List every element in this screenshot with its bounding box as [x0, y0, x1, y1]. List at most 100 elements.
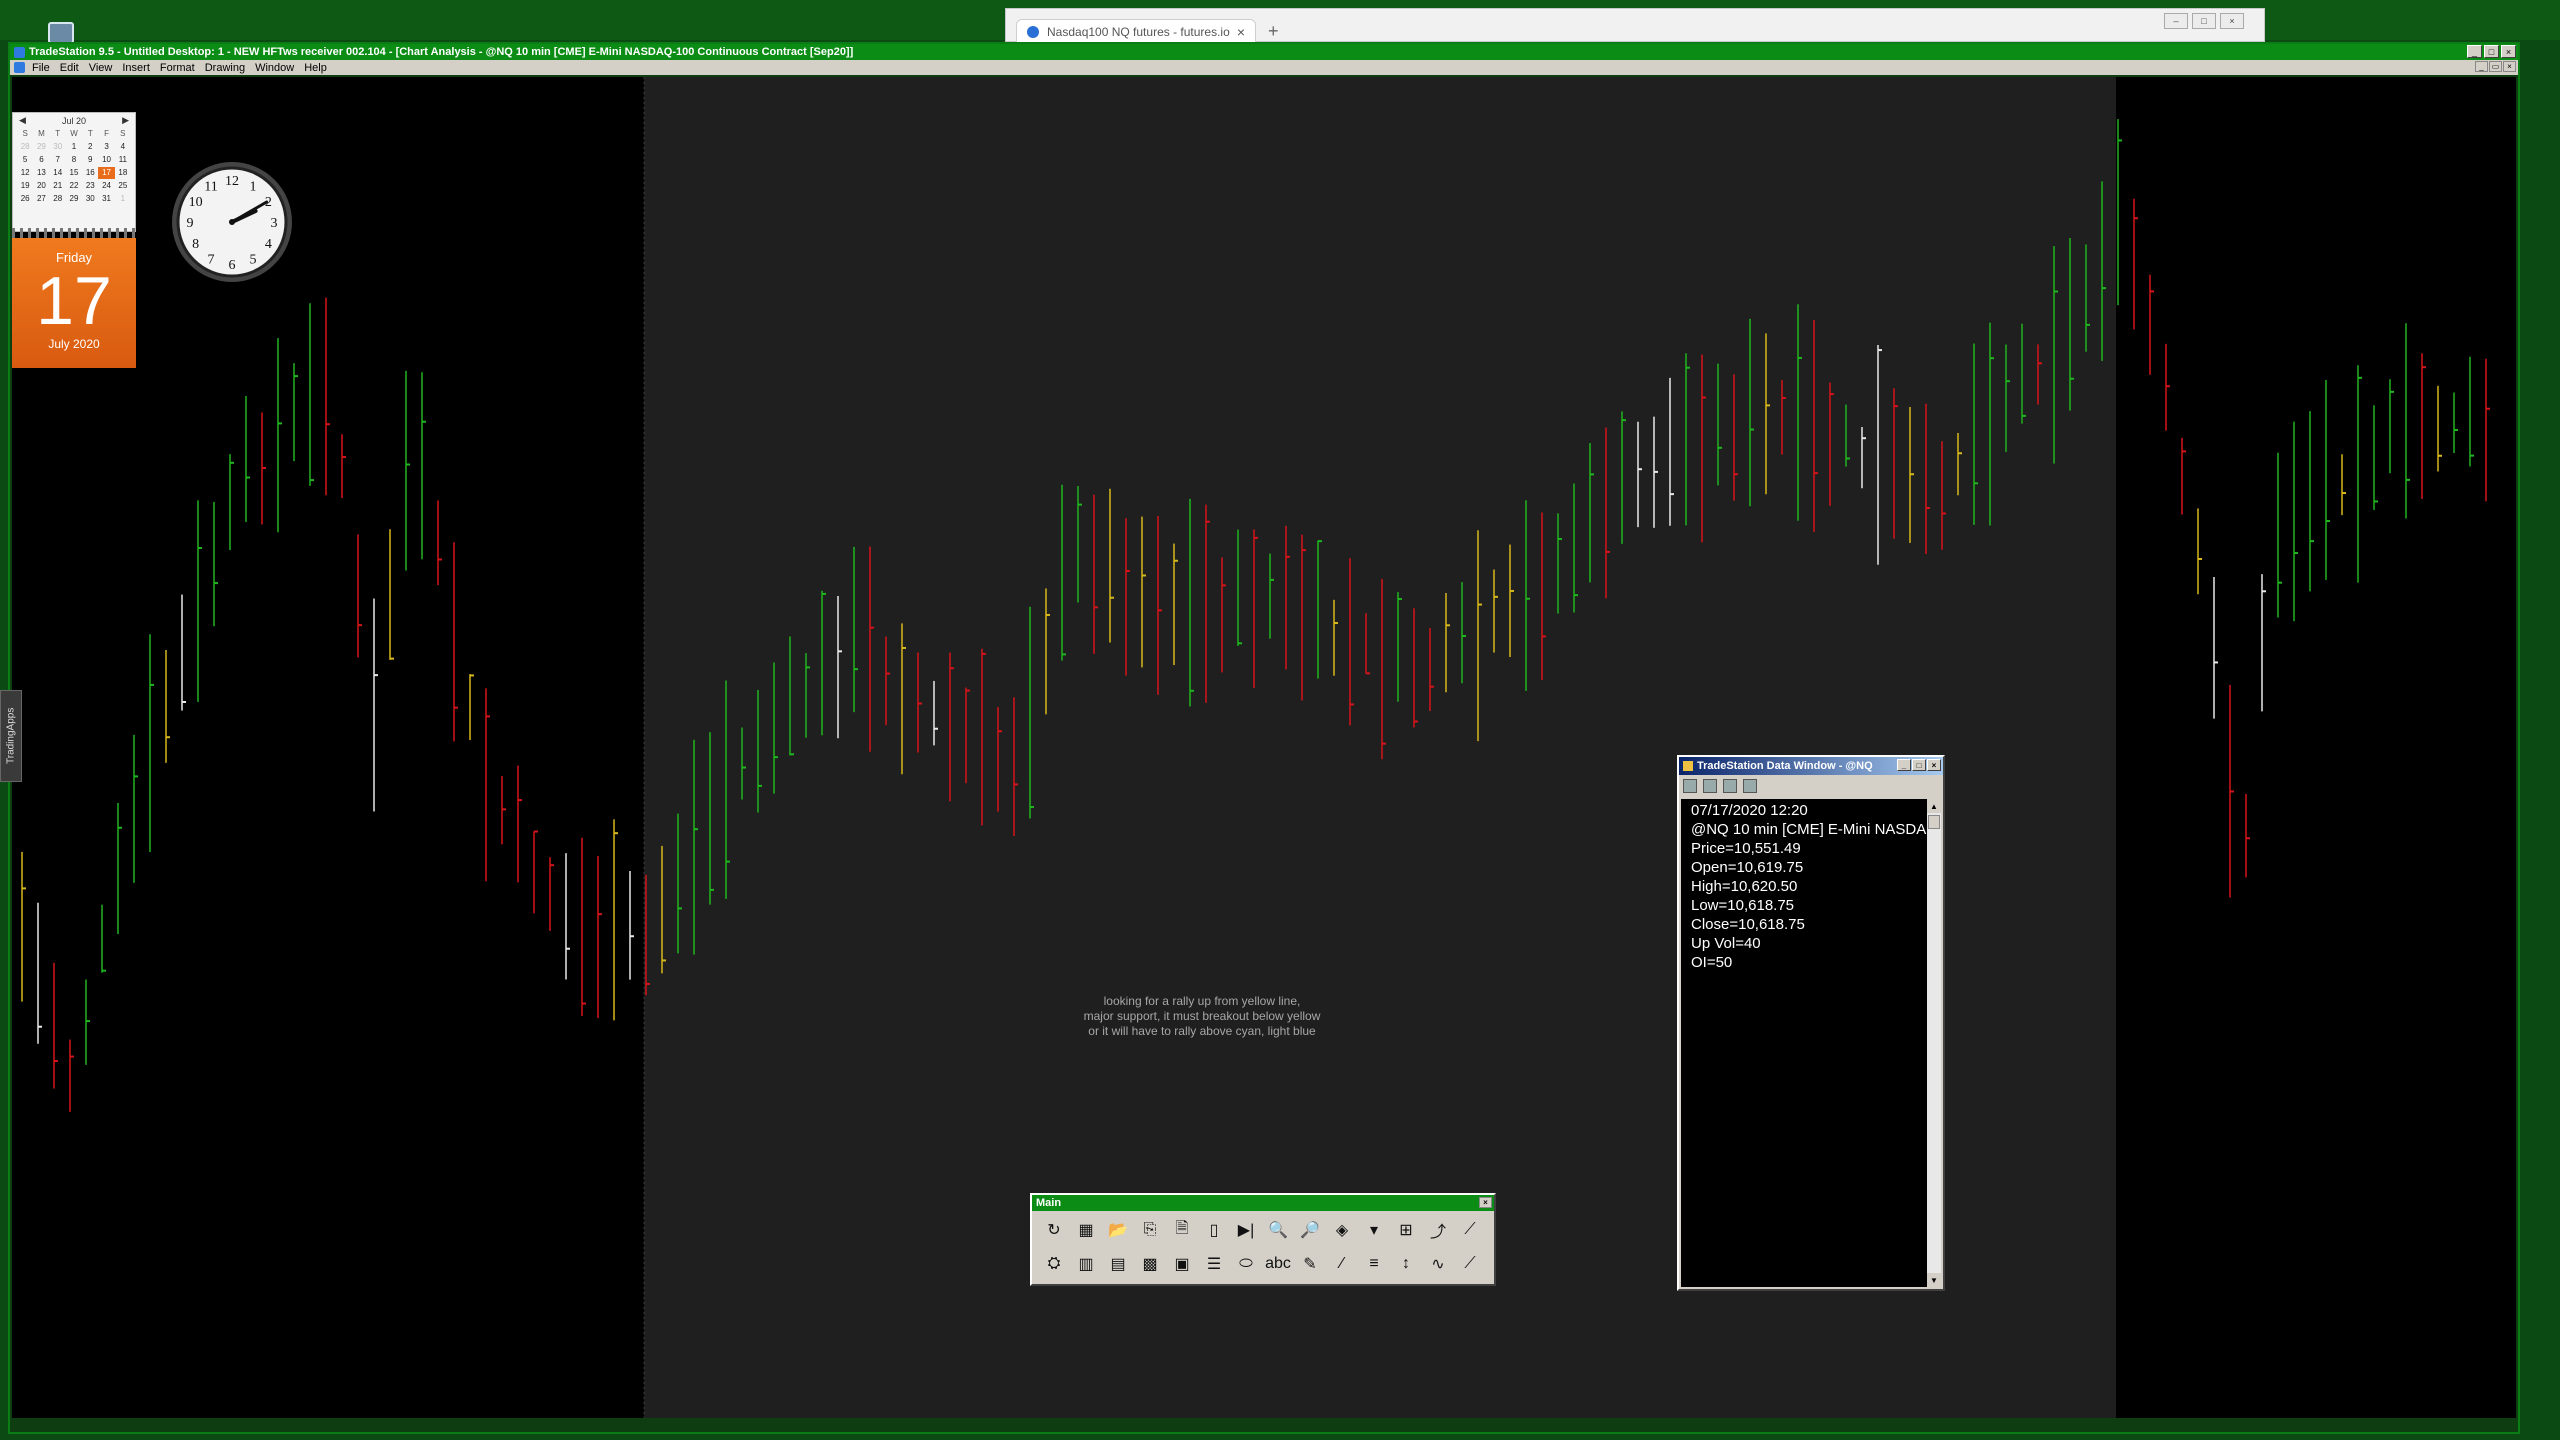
- browser-minimize-button[interactable]: –: [2164, 13, 2188, 29]
- calendar-date[interactable]: 16: [82, 167, 98, 179]
- menu-drawing[interactable]: Drawing: [201, 62, 251, 74]
- data-window-titlebar[interactable]: TradeStation Data Window - @NQ _ □ ×: [1679, 757, 1943, 775]
- calendar-date[interactable]: 14: [50, 167, 66, 179]
- calendar-date[interactable]: 4: [115, 141, 131, 153]
- toolbar-button-icon[interactable]: 🔍: [1264, 1215, 1292, 1245]
- calendar-date[interactable]: 1: [115, 193, 131, 205]
- save-icon[interactable]: [1683, 779, 1697, 793]
- tradingapps-side-tab[interactable]: TradingApps: [0, 690, 22, 782]
- tab-close-icon[interactable]: ×: [1237, 24, 1245, 40]
- toolbar-button-icon[interactable]: ▩: [1136, 1249, 1164, 1279]
- menu-help[interactable]: Help: [300, 62, 333, 74]
- app-maximize-button[interactable]: □: [2484, 45, 2499, 58]
- toolbar-button-icon[interactable]: ↕: [1392, 1249, 1420, 1279]
- calendar-date[interactable]: 3: [98, 141, 114, 153]
- calendar-date[interactable]: 8: [66, 154, 82, 166]
- clock-gadget[interactable]: 12 1 2 3 4 5 6 7 8 9 10 11: [170, 160, 294, 284]
- toolbar-button-icon[interactable]: ⛭: [1040, 1249, 1068, 1279]
- calendar-date[interactable]: 15: [66, 167, 82, 179]
- toolbar-button-icon[interactable]: ⤴: [1424, 1215, 1452, 1245]
- toolbar-button-icon[interactable]: ≡: [1360, 1249, 1388, 1279]
- calendar-date[interactable]: 7: [50, 154, 66, 166]
- calendar-gadget[interactable]: ◀ Jul 20 ▶ S M T W T F S 28 29 30 1 2 3 4 5 6 7 8 9 10 11 12 1…: [12, 112, 136, 368]
- toolbar-button-icon[interactable]: ∿: [1424, 1249, 1452, 1279]
- app-titlebar[interactable]: TradeStation 9.5 - Untitled Desktop: 1 -…: [10, 44, 2518, 60]
- calendar-date[interactable]: 18: [115, 167, 131, 179]
- toolbar-button-icon[interactable]: ⟋: [1456, 1215, 1484, 1245]
- toolbar-button-icon[interactable]: 🔎: [1296, 1215, 1324, 1245]
- calendar-date[interactable]: 1: [66, 141, 82, 153]
- document-restore-button[interactable]: ▭: [2489, 61, 2502, 72]
- scroll-down-icon[interactable]: ▼: [1927, 1273, 1941, 1287]
- calendar-prev-icon[interactable]: ◀: [19, 115, 26, 126]
- scroll-thumb[interactable]: [1928, 815, 1940, 829]
- document-menu-icon[interactable]: [14, 62, 25, 73]
- menu-format[interactable]: Format: [156, 62, 201, 74]
- toolbar-button-icon[interactable]: abc: [1264, 1249, 1292, 1279]
- toolbar-button-icon[interactable]: ◈: [1328, 1215, 1356, 1245]
- calendar-date[interactable]: 19: [17, 180, 33, 192]
- menu-edit[interactable]: Edit: [56, 62, 85, 74]
- toolbar-button-icon[interactable]: ⊞: [1392, 1215, 1420, 1245]
- toolbar-button-icon[interactable]: ⬭: [1232, 1249, 1260, 1279]
- calendar-date[interactable]: 22: [66, 180, 82, 192]
- calendar-date[interactable]: 25: [115, 180, 131, 192]
- calendar-date[interactable]: 9: [82, 154, 98, 166]
- calendar-date[interactable]: 11: [115, 154, 131, 166]
- print-icon[interactable]: [1703, 779, 1717, 793]
- calendar-date[interactable]: 29: [33, 141, 49, 153]
- calendar-date[interactable]: 24: [98, 180, 114, 192]
- document-minimize-button[interactable]: _: [2475, 61, 2488, 72]
- scroll-up-icon[interactable]: ▲: [1927, 799, 1941, 813]
- data-window-scrollbar[interactable]: ▲ ▼: [1927, 799, 1941, 1287]
- calendar-date[interactable]: 23: [82, 180, 98, 192]
- calendar-next-icon[interactable]: ▶: [122, 115, 129, 126]
- calendar-date[interactable]: 26: [17, 193, 33, 205]
- menu-insert[interactable]: Insert: [118, 62, 156, 74]
- toolbar-button-icon[interactable]: ▣: [1168, 1249, 1196, 1279]
- toolbar-button-icon[interactable]: 📂: [1104, 1215, 1132, 1245]
- browser-maximize-button[interactable]: □: [2192, 13, 2216, 29]
- toolbar-button-icon[interactable]: ⎘: [1136, 1215, 1164, 1245]
- toolbar-button-icon[interactable]: ↻: [1040, 1215, 1068, 1245]
- calendar-date[interactable]: 28: [17, 141, 33, 153]
- data-window-maximize-button[interactable]: □: [1912, 759, 1926, 771]
- toolbar-button-icon[interactable]: ▾: [1360, 1215, 1388, 1245]
- calendar-date[interactable]: 5: [17, 154, 33, 166]
- menu-window[interactable]: Window: [251, 62, 300, 74]
- toolbar-button-icon[interactable]: ▤: [1104, 1249, 1132, 1279]
- calendar-date[interactable]: 30: [50, 141, 66, 153]
- toolbar-button-icon[interactable]: ✎: [1296, 1249, 1324, 1279]
- main-toolbar-titlebar[interactable]: Main ×: [1032, 1195, 1494, 1211]
- toolbar-button-icon[interactable]: ⁄: [1328, 1249, 1356, 1279]
- toolbar-button-icon[interactable]: ▶|: [1232, 1215, 1260, 1245]
- app-minimize-button[interactable]: _: [2467, 45, 2482, 58]
- calendar-date[interactable]: 6: [33, 154, 49, 166]
- grid-view-icon[interactable]: [1723, 779, 1737, 793]
- data-window-close-button[interactable]: ×: [1927, 759, 1941, 771]
- calendar-date[interactable]: 28: [50, 193, 66, 205]
- calendar-date[interactable]: 13: [33, 167, 49, 179]
- calendar-date[interactable]: 21: [50, 180, 66, 192]
- calendar-date[interactable]: 17: [98, 167, 115, 179]
- app-close-button[interactable]: ×: [2501, 45, 2516, 58]
- browser-tab[interactable]: Nasdaq100 NQ futures - futures.io ×: [1016, 19, 1256, 43]
- calendar-date[interactable]: 30: [82, 193, 98, 205]
- calendar-date[interactable]: 20: [33, 180, 49, 192]
- toolbar-button-icon[interactable]: ⟋: [1456, 1249, 1484, 1279]
- calendar-date[interactable]: 27: [33, 193, 49, 205]
- recycle-bin-icon[interactable]: [48, 22, 74, 44]
- menu-file[interactable]: File: [28, 62, 56, 74]
- calendar-date[interactable]: 29: [66, 193, 82, 205]
- calendar-date[interactable]: 12: [17, 167, 33, 179]
- menu-view[interactable]: View: [85, 62, 119, 74]
- toolbar-button-icon[interactable]: 🗎: [1168, 1215, 1196, 1245]
- toolbar-button-icon[interactable]: ▥: [1072, 1249, 1100, 1279]
- document-close-button[interactable]: ×: [2503, 61, 2516, 72]
- new-tab-button[interactable]: +: [1268, 21, 1279, 42]
- calendar-date[interactable]: 10: [98, 154, 114, 166]
- calendar-date[interactable]: 31: [98, 193, 114, 205]
- toolbar-button-icon[interactable]: ☰: [1200, 1249, 1228, 1279]
- data-window-minimize-button[interactable]: _: [1897, 759, 1911, 771]
- calendar-date[interactable]: 2: [82, 141, 98, 153]
